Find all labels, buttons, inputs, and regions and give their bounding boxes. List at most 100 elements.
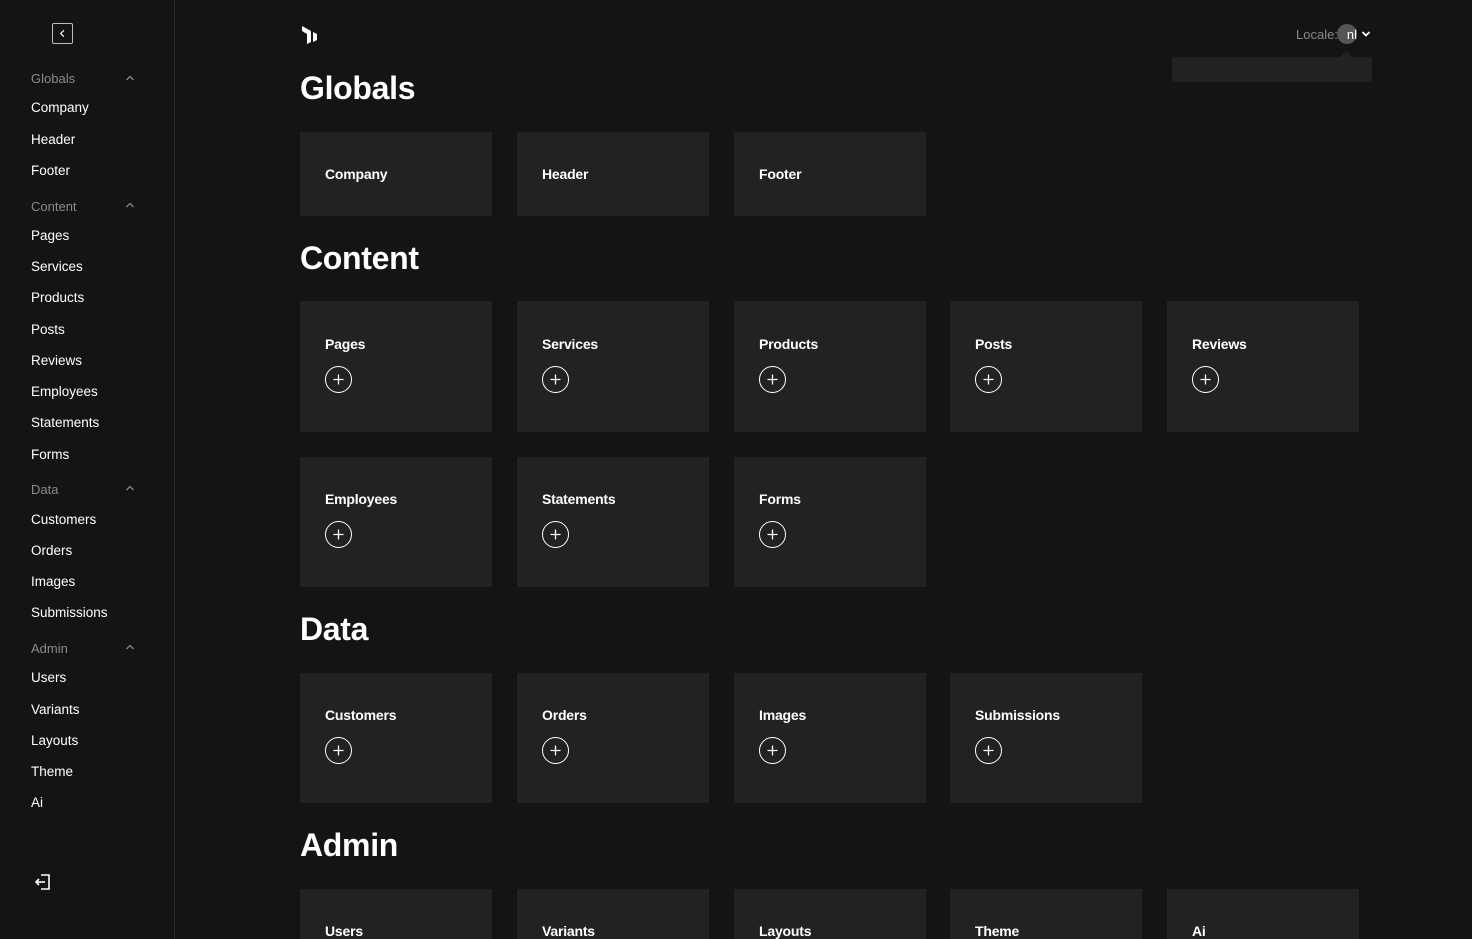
sidebar-item-images[interactable]: Images <box>31 574 75 590</box>
plus-icon <box>983 374 994 385</box>
sidebar-group-data[interactable]: Data <box>31 482 58 498</box>
card-header[interactable]: Header <box>517 132 709 216</box>
chevron-up-icon[interactable] <box>124 641 136 653</box>
card-ai[interactable]: Ai <box>1167 889 1359 939</box>
locale-selector[interactable]: Locale: nl <box>1296 24 1371 44</box>
add-pages-button[interactable] <box>325 366 352 393</box>
card-statements[interactable]: Statements <box>517 457 709 587</box>
card-footer[interactable]: Footer <box>734 132 926 216</box>
card-layouts[interactable]: Layouts <box>734 889 926 939</box>
sidebar-item-layouts[interactable]: Layouts <box>31 733 78 749</box>
sidebar-item-forms[interactable]: Forms <box>31 447 69 463</box>
card-title: Employees <box>325 491 398 507</box>
card-employees[interactable]: Employees <box>300 457 492 587</box>
logout-icon[interactable] <box>33 872 53 892</box>
sidebar-item-variants[interactable]: Variants <box>31 702 80 718</box>
sidebar-group-globals[interactable]: Globals <box>31 71 75 87</box>
sidebar-item-submissions[interactable]: Submissions <box>31 605 108 621</box>
sidebar-item-users[interactable]: Users <box>31 670 66 686</box>
card-forms[interactable]: Forms <box>734 457 926 587</box>
add-customers-button[interactable] <box>325 737 352 764</box>
card-title: Services <box>542 336 599 352</box>
sidebar-item-reviews[interactable]: Reviews <box>31 353 82 369</box>
card-title: Theme <box>975 923 1020 939</box>
plus-icon <box>767 374 778 385</box>
card-title: Header <box>542 166 589 182</box>
plus-icon <box>983 745 994 756</box>
add-products-button[interactable] <box>759 366 786 393</box>
sidebar-item-ai[interactable]: Ai <box>31 795 43 811</box>
sidebar-item-customers[interactable]: Customers <box>31 512 96 528</box>
card-title: Orders <box>542 707 587 723</box>
card-title: Users <box>325 923 363 939</box>
card-variants[interactable]: Variants <box>517 889 709 939</box>
sidebar-item-employees[interactable]: Employees <box>31 384 98 400</box>
card-title: Footer <box>759 166 802 182</box>
sidebar-item-company[interactable]: Company <box>31 100 89 116</box>
section-title-content: Content <box>300 240 419 276</box>
chevron-up-icon[interactable] <box>124 199 136 211</box>
chevron-left-icon <box>59 29 65 38</box>
add-orders-button[interactable] <box>542 737 569 764</box>
sidebar-group-content[interactable]: Content <box>31 199 77 215</box>
collapse-sidebar-button[interactable] <box>52 23 73 44</box>
locale-label: Locale: <box>1296 26 1338 42</box>
section-title-admin: Admin <box>300 827 399 863</box>
sidebar-group-admin[interactable]: Admin <box>31 641 68 657</box>
sidebar-item-services[interactable]: Services <box>31 259 83 275</box>
card-pages[interactable]: Pages <box>300 301 492 432</box>
card-title: Statements <box>542 491 616 507</box>
section-title-data: Data <box>300 611 369 647</box>
plus-icon <box>550 374 561 385</box>
card-title: Posts <box>975 336 1013 352</box>
card-reviews[interactable]: Reviews <box>1167 301 1359 432</box>
card-submissions[interactable]: Submissions <box>950 673 1142 803</box>
sidebar-item-footer[interactable]: Footer <box>31 163 70 179</box>
card-orders[interactable]: Orders <box>517 673 709 803</box>
card-posts[interactable]: Posts <box>950 301 1142 432</box>
card-services[interactable]: Services <box>517 301 709 432</box>
card-customers[interactable]: Customers <box>300 673 492 803</box>
sidebar-item-posts[interactable]: Posts <box>31 322 65 338</box>
add-forms-button[interactable] <box>759 521 786 548</box>
card-title: Forms <box>759 491 801 507</box>
card-theme[interactable]: Theme <box>950 889 1142 939</box>
plus-icon <box>1200 374 1211 385</box>
sidebar-item-pages[interactable]: Pages <box>31 228 69 244</box>
card-title: Images <box>759 707 807 723</box>
sidebar-item-header[interactable]: Header <box>31 132 75 148</box>
card-title: Ai <box>1192 923 1206 939</box>
plus-icon <box>333 745 344 756</box>
card-title: Reviews <box>1192 336 1247 352</box>
plus-icon <box>550 529 561 540</box>
plus-icon <box>767 529 778 540</box>
chevron-down-icon[interactable] <box>1361 29 1371 39</box>
chevron-up-icon[interactable] <box>124 482 136 494</box>
plus-icon <box>333 529 344 540</box>
card-images[interactable]: Images <box>734 673 926 803</box>
chevron-up-icon[interactable] <box>124 72 136 84</box>
add-employees-button[interactable] <box>325 521 352 548</box>
card-users[interactable]: Users <box>300 889 492 939</box>
card-title: Layouts <box>759 923 812 939</box>
card-title: Customers <box>325 707 397 723</box>
plus-icon <box>333 374 344 385</box>
logo-icon[interactable] <box>300 25 318 44</box>
locale-value[interactable]: nl <box>1347 27 1357 42</box>
add-images-button[interactable] <box>759 737 786 764</box>
add-posts-button[interactable] <box>975 366 1002 393</box>
card-title: Variants <box>542 923 595 939</box>
locale-dropdown-popup <box>1172 51 1372 82</box>
card-company[interactable]: Company <box>300 132 492 216</box>
sidebar-item-theme[interactable]: Theme <box>31 764 73 780</box>
add-statements-button[interactable] <box>542 521 569 548</box>
sidebar-item-statements[interactable]: Statements <box>31 415 99 431</box>
sidebar-item-orders[interactable]: Orders <box>31 543 72 559</box>
card-title: Pages <box>325 336 366 352</box>
add-services-button[interactable] <box>542 366 569 393</box>
sidebar-item-products[interactable]: Products <box>31 290 84 306</box>
add-submissions-button[interactable] <box>975 737 1002 764</box>
card-title: Company <box>325 166 388 182</box>
add-reviews-button[interactable] <box>1192 366 1219 393</box>
card-products[interactable]: Products <box>734 301 926 432</box>
